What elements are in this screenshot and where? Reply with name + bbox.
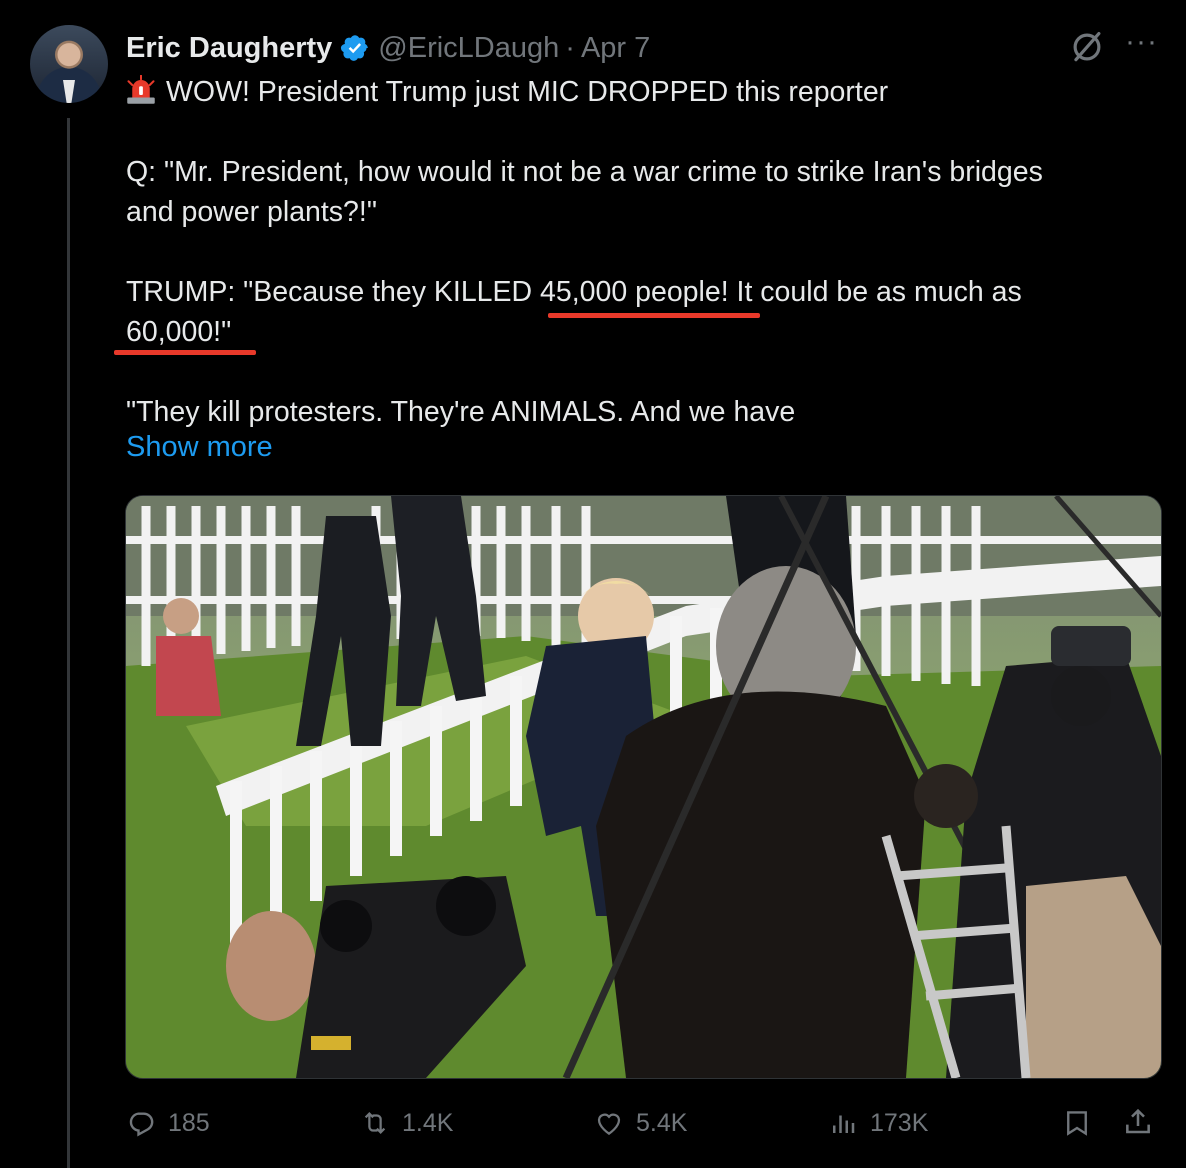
reply-button[interactable]: 185 xyxy=(126,1100,210,1146)
share-icon[interactable] xyxy=(1122,1106,1154,1138)
thread-connector-line xyxy=(67,118,70,1168)
reply-icon xyxy=(129,1112,154,1137)
repost-button[interactable]: 1.4K xyxy=(360,1100,453,1146)
author-name[interactable]: Eric Daugherty xyxy=(126,32,332,65)
tweet-line-2: Q: "Mr. President, how would it not be a… xyxy=(126,156,1043,188)
header-separator: · xyxy=(565,31,575,64)
red-underline-60000 xyxy=(114,350,256,355)
like-button[interactable]: 5.4K xyxy=(594,1100,687,1146)
tweet-line-3: and power plants?!" xyxy=(126,196,377,228)
tweet-line-6: "They kill protesters. They're ANIMALS. … xyxy=(126,396,796,428)
show-more-link[interactable]: Show more xyxy=(126,431,273,464)
repost-count: 1.4K xyxy=(402,1108,454,1137)
tweet-line-4: TRUMP: "Because they KILLED 45,000 peopl… xyxy=(126,276,1022,308)
tweet-actions-bar: 185 1.4K 5.4K 173K xyxy=(126,1100,1162,1146)
views-button[interactable]: 173K xyxy=(828,1100,928,1146)
views-count: 173K xyxy=(870,1108,929,1137)
more-options-icon[interactable]: ··· xyxy=(1125,27,1161,62)
bookmark-icon[interactable] xyxy=(1062,1108,1092,1138)
tweet-body: WOW! President Trump just MIC DROPPED th… xyxy=(126,72,1136,432)
tweet-media-video[interactable] xyxy=(125,495,1162,1079)
red-underline-45000 xyxy=(548,313,760,318)
tweet-line-5: 60,000!" xyxy=(126,316,232,348)
video-frame xyxy=(126,496,1161,1078)
author-handle[interactable]: @EricLDaugh xyxy=(378,32,559,65)
rotating-light-emoji xyxy=(127,75,155,104)
tweet-date[interactable]: Apr 7 xyxy=(581,32,650,65)
heart-icon xyxy=(597,1113,621,1135)
tweet-line-1: WOW! President Trump just MIC DROPPED th… xyxy=(126,72,1136,112)
verified-badge-icon xyxy=(341,35,369,61)
like-count: 5.4K xyxy=(636,1108,688,1137)
tweet-header: Eric Daugherty @EricLDaugh · Apr 7 xyxy=(126,28,650,68)
grok-icon[interactable] xyxy=(1068,28,1106,66)
author-avatar[interactable] xyxy=(30,25,108,103)
repost-icon xyxy=(364,1112,386,1134)
reply-count: 185 xyxy=(168,1108,210,1137)
views-chart-icon xyxy=(833,1115,855,1133)
tweet-line-1-text: WOW! President Trump just MIC DROPPED th… xyxy=(166,76,889,108)
